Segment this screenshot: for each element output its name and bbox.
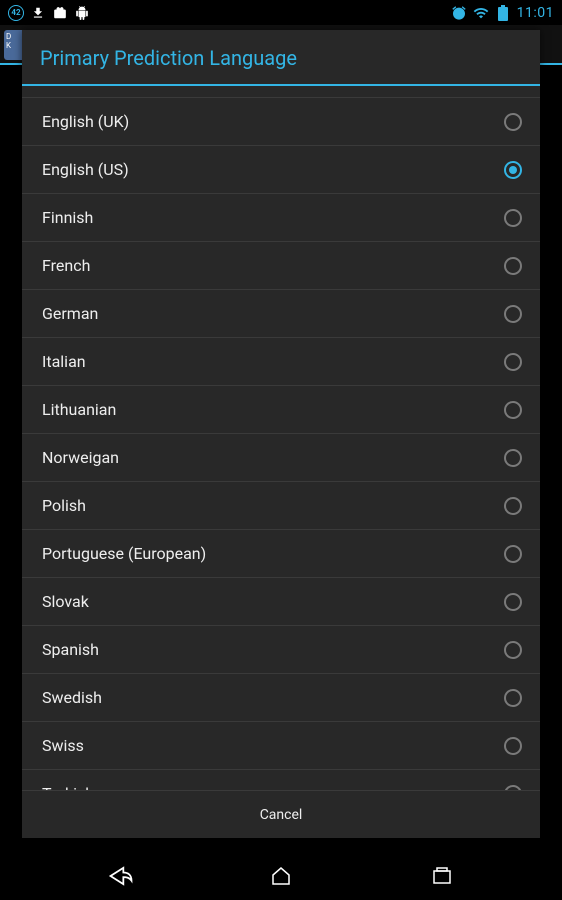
language-label: English (US)	[42, 160, 504, 179]
language-label: Polish	[42, 496, 504, 515]
radio-icon	[504, 737, 522, 755]
language-option[interactable]: Norweigan	[22, 434, 540, 482]
radio-icon	[504, 305, 522, 323]
language-dialog: Primary Prediction Language English (CA)…	[22, 30, 540, 838]
radio-icon	[504, 401, 522, 419]
language-option[interactable]: Portuguese (European)	[22, 530, 540, 578]
android-icon	[74, 5, 90, 21]
radio-icon	[504, 641, 522, 659]
language-option[interactable]: French	[22, 242, 540, 290]
status-left: 42	[8, 5, 90, 21]
language-label: Swedish	[42, 688, 504, 707]
status-right: 11:01	[451, 5, 554, 21]
radio-icon	[504, 449, 522, 467]
radio-icon	[504, 497, 522, 515]
battery-icon	[495, 5, 511, 21]
radio-icon	[504, 353, 522, 371]
home-button[interactable]	[241, 852, 321, 900]
language-option[interactable]: Italian	[22, 338, 540, 386]
cancel-button[interactable]: Cancel	[22, 790, 540, 838]
language-option[interactable]: English (UK)	[22, 98, 540, 146]
radio-icon	[504, 593, 522, 611]
alarm-icon	[451, 5, 467, 21]
language-option[interactable]: Lithuanian	[22, 386, 540, 434]
download-icon	[30, 5, 46, 21]
navigation-bar	[0, 852, 562, 900]
language-option[interactable]: Slovak	[22, 578, 540, 626]
language-option[interactable]: English (US)	[22, 146, 540, 194]
language-option[interactable]: Turkish	[22, 770, 540, 790]
language-label: Norweigan	[42, 448, 504, 467]
dialog-list[interactable]: English (CA) English (UK) English (US) Finn…	[22, 86, 540, 790]
radio-icon	[504, 257, 522, 275]
language-label: Finnish	[42, 208, 504, 227]
wifi-icon	[473, 5, 489, 21]
notification-badge: 42	[8, 5, 24, 21]
play-store-icon	[52, 5, 68, 21]
dialog-title: Primary Prediction Language	[22, 30, 540, 86]
language-label: Lithuanian	[42, 400, 504, 419]
language-label: German	[42, 304, 504, 323]
radio-icon	[504, 785, 522, 791]
back-button[interactable]	[81, 852, 161, 900]
language-label: Portuguese (European)	[42, 544, 504, 563]
status-time: 11:01	[517, 5, 554, 21]
language-option[interactable]: Swedish	[22, 674, 540, 722]
language-option[interactable]: Spanish	[22, 626, 540, 674]
language-option[interactable]: Finnish	[22, 194, 540, 242]
language-option[interactable]: English (CA)	[22, 86, 540, 98]
radio-icon	[504, 113, 522, 131]
status-bar: 42 11:01	[0, 0, 562, 25]
radio-icon	[504, 545, 522, 563]
language-label: French	[42, 256, 504, 275]
language-label: English (UK)	[42, 112, 504, 131]
language-option[interactable]: Swiss	[22, 722, 540, 770]
language-option[interactable]: German	[22, 290, 540, 338]
language-label: Spanish	[42, 640, 504, 659]
recent-apps-button[interactable]	[402, 852, 482, 900]
radio-icon	[504, 209, 522, 227]
language-label: Turkish	[42, 784, 504, 790]
radio-icon	[504, 689, 522, 707]
language-label: Swiss	[42, 736, 504, 755]
language-option[interactable]: Polish	[22, 482, 540, 530]
radio-icon	[504, 161, 522, 179]
language-label: Slovak	[42, 592, 504, 611]
language-label: Italian	[42, 352, 504, 371]
